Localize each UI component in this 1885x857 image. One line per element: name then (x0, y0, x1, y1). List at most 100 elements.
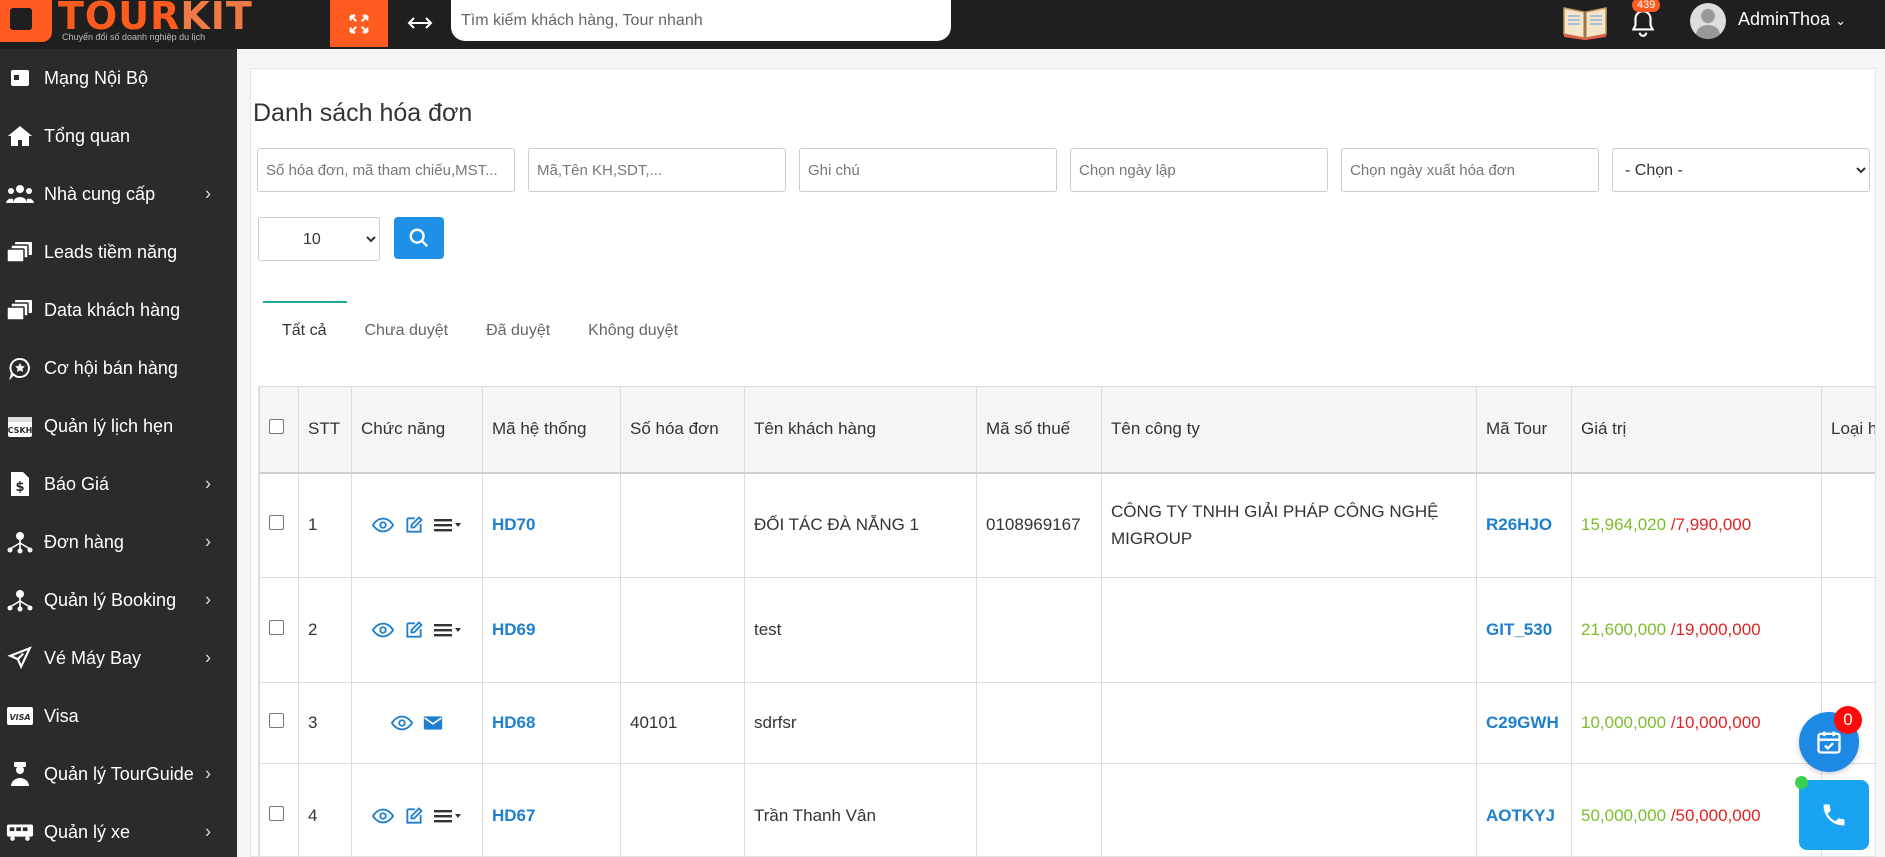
stt-cell: 4 (298, 763, 352, 856)
row-checkbox[interactable] (269, 713, 284, 728)
row-actions (361, 620, 473, 640)
sidebar-item[interactable]: Nhà cung cấp › (0, 165, 237, 223)
value-paid: /10,000,000 (1670, 713, 1761, 732)
user-menu[interactable]: AdminThoa ⌄ (1738, 9, 1846, 30)
row-checkbox[interactable] (269, 806, 284, 821)
tab[interactable]: Tất cả (263, 301, 348, 351)
sidebar-item[interactable]: Vé Máy Bay › (0, 629, 237, 687)
actions-cell (351, 763, 483, 856)
sidebar-item[interactable]: Quản lý Booking › (0, 571, 237, 629)
status-select[interactable]: - Chọn - (1612, 148, 1870, 192)
network-icon (6, 528, 34, 556)
chevron-right-icon: › (205, 531, 211, 552)
system-code-cell[interactable]: HD67 (482, 763, 621, 856)
value-cell: 15,964,020 /7,990,000 (1571, 472, 1822, 578)
book-icon[interactable] (1562, 2, 1608, 40)
page-size-select[interactable]: 10 (258, 217, 380, 261)
row-select-cell (259, 472, 299, 578)
table-header-row: STT Chức năng Mã hệ thống Số hóa đơn Tên khá… (259, 386, 1875, 474)
row-checkbox[interactable] (269, 620, 284, 635)
more-menu-icon[interactable] (434, 622, 462, 638)
view-icon[interactable] (372, 517, 394, 533)
note-filter[interactable] (799, 148, 1057, 192)
system-code-cell[interactable]: HD68 (482, 682, 621, 764)
more-menu-icon[interactable] (434, 517, 462, 533)
system-code-cell[interactable]: HD70 (482, 472, 621, 578)
sidebar-item[interactable]: Quản lý xe › (0, 803, 237, 857)
column-header: Mã Tour (1476, 386, 1572, 474)
username-label: AdminThoa (1738, 9, 1831, 29)
select-all-checkbox[interactable] (269, 419, 284, 435)
sidebar-item[interactable]: Data khách hàng (0, 281, 237, 339)
actions-cell (351, 472, 483, 578)
edit-icon[interactable] (404, 620, 424, 640)
stt-cell: 1 (298, 472, 352, 578)
toggle-sidebar-button[interactable] (405, 8, 435, 38)
logo[interactable]: TOURKIT Chuyển đổi số doanh nghiệp du lị… (0, 0, 252, 49)
sidebar-item[interactable]: VISA Visa (0, 687, 237, 745)
search-button[interactable] (394, 217, 444, 259)
notifications-button[interactable] (1630, 8, 1656, 38)
type-cell (1821, 472, 1875, 578)
sidebar-item[interactable]: Đơn hàng › (0, 513, 237, 571)
global-search-input[interactable] (451, 0, 951, 41)
tour-code-link[interactable]: AOTKYJ (1486, 806, 1555, 825)
customer-name-cell: ĐỐI TÁC ĐÀ NẴNG 1 (744, 472, 977, 578)
mail-icon[interactable] (423, 715, 443, 731)
system-code-link[interactable]: HD70 (492, 515, 535, 534)
chevron-right-icon: › (205, 473, 211, 494)
tour-code-cell[interactable]: C29GWH (1476, 682, 1572, 764)
view-icon[interactable] (372, 808, 394, 824)
row-select-cell (259, 577, 299, 683)
column-header: Loại h (1821, 386, 1875, 474)
invoice-number-filter[interactable] (257, 148, 515, 192)
view-icon[interactable] (391, 715, 413, 731)
system-code-link[interactable]: HD68 (492, 713, 535, 732)
tour-code-cell[interactable]: R26HJO (1476, 472, 1572, 578)
sidebar-item[interactable]: Cơ hội bán hàng (0, 339, 237, 397)
sidebar-item[interactable]: Tổng quan (0, 107, 237, 165)
fullscreen-button[interactable] (330, 0, 388, 47)
customer-name-cell: Trần Thanh Vân (744, 763, 977, 856)
arrows-horizontal-icon (407, 17, 433, 29)
sidebar-item[interactable]: $ Báo Giá › (0, 455, 237, 513)
sidebar-item-label: Tổng quan (44, 125, 131, 146)
stack-icon (6, 238, 34, 266)
column-header: Chức năng (351, 386, 483, 474)
system-code-link[interactable]: HD69 (492, 620, 535, 639)
sidebar-item-label: Báo Giá (44, 473, 110, 494)
view-icon[interactable] (372, 622, 394, 638)
tour-code-link[interactable]: R26HJO (1486, 515, 1552, 534)
company-name-cell (1101, 577, 1477, 683)
table-row: 1 HD70 ĐỐI TÁC ĐÀ NẴNG 1 0108969167 CÔNG TY … (259, 472, 1875, 578)
tour-code-cell[interactable]: GIT_530 (1476, 577, 1572, 683)
call-floating-button[interactable] (1799, 780, 1869, 850)
system-code-cell[interactable]: HD69 (482, 577, 621, 683)
tax-code-cell (976, 763, 1102, 856)
sidebar-item[interactable]: Quản lý TourGuide › (0, 745, 237, 803)
tour-code-link[interactable]: GIT_530 (1486, 620, 1552, 639)
sidebar-item-label: Vé Máy Bay (44, 647, 142, 668)
tour-code-cell[interactable]: AOTKYJ (1476, 763, 1572, 856)
export-date-filter[interactable] (1341, 148, 1599, 192)
sidebar-item[interactable]: CSKH Quản lý lịch hẹn (0, 397, 237, 455)
sidebar-item[interactable]: Mạng Nội Bộ (0, 49, 237, 107)
more-menu-icon[interactable] (434, 808, 462, 824)
search-icon (409, 228, 429, 248)
phone-icon (1823, 804, 1845, 826)
edit-icon[interactable] (404, 806, 424, 826)
tab[interactable]: Chưa duyệt (345, 311, 467, 351)
created-date-filter[interactable] (1070, 148, 1328, 192)
edit-icon[interactable] (404, 515, 424, 535)
customer-filter[interactable] (528, 148, 786, 192)
tab[interactable]: Đã duyệt (467, 311, 569, 351)
avatar[interactable] (1690, 3, 1726, 39)
logo-tagline: Chuyển đổi số doanh nghiệp du lịch (62, 32, 206, 42)
sidebar: Mạng Nội Bộ Tổng quan Nhà cung cấp › Leads t… (0, 49, 237, 857)
column-header: Mã hệ thống (482, 386, 621, 474)
system-code-link[interactable]: HD67 (492, 806, 535, 825)
tab[interactable]: Không duyệt (569, 311, 697, 351)
row-checkbox[interactable] (269, 515, 284, 531)
sidebar-item[interactable]: Leads tiềm năng (0, 223, 237, 281)
tour-code-link[interactable]: C29GWH (1486, 713, 1559, 732)
